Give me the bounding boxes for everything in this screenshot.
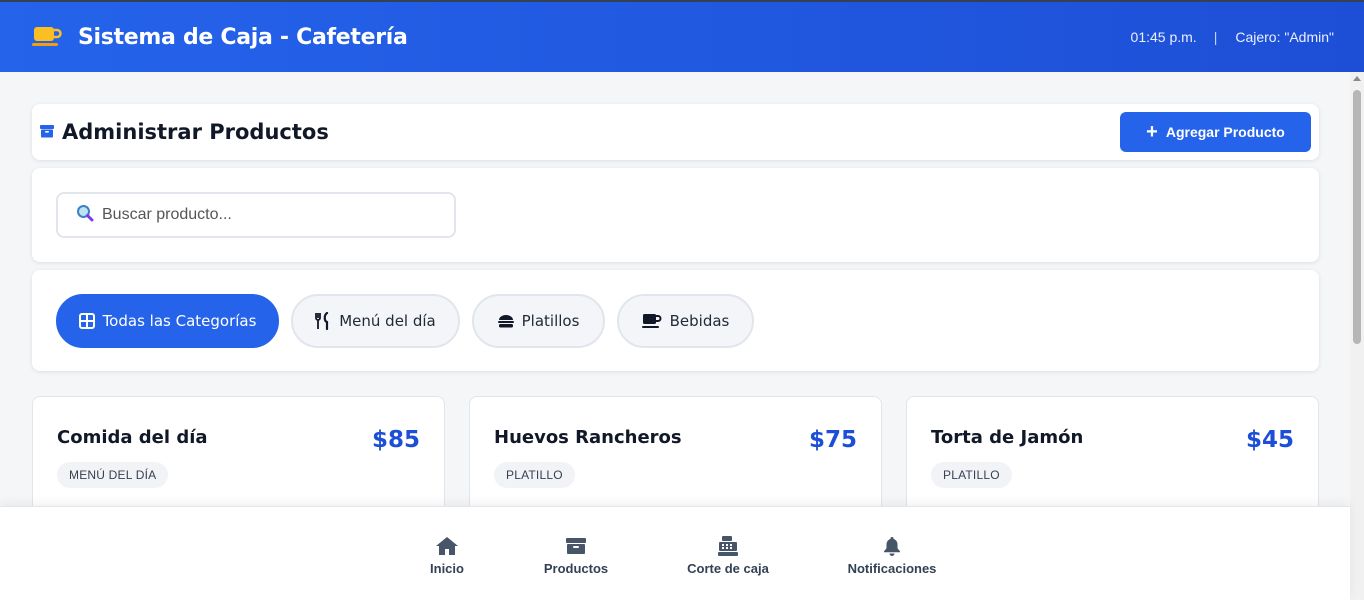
product-name: Comida del día: [57, 427, 208, 448]
plus-icon: +: [1146, 121, 1158, 143]
category-chip-menu[interactable]: Menú del día: [291, 294, 460, 348]
burger-icon: [497, 314, 514, 328]
category-chip-label: Platillos: [521, 312, 580, 330]
top-bar: Sistema de Caja - Cafetería 01:45 p.m. |…: [0, 0, 1364, 72]
product-price: $75: [808, 427, 857, 453]
category-chip-drinks[interactable]: Bebidas: [617, 294, 754, 348]
scrollbar-thumb[interactable]: [1353, 90, 1361, 344]
cash-register-icon: [718, 535, 738, 557]
product-category-tag: PLATILLO: [931, 462, 1012, 488]
product-category-tag: PLATILLO: [494, 462, 575, 488]
home-icon: [435, 535, 459, 557]
add-product-label: Agregar Producto: [1165, 124, 1285, 140]
nav-item-notifications[interactable]: Notificaciones: [843, 535, 941, 576]
add-product-button[interactable]: + Agregar Producto: [1120, 112, 1311, 152]
category-chip-all[interactable]: Todas las Categorías: [56, 294, 279, 348]
nav-item-label: Corte de caja: [687, 561, 769, 576]
nav-item-home[interactable]: Inicio: [421, 535, 473, 576]
category-filter-panel: Todas las Categorías Menú del día Platil…: [32, 270, 1319, 371]
search-icon: [76, 204, 94, 227]
category-chip-label: Menú del día: [339, 312, 436, 330]
clock-time: 01:45 p.m.: [1130, 29, 1197, 45]
product-name: Torta de Jamón: [931, 427, 1084, 448]
search-panel: [32, 168, 1319, 262]
search-input[interactable]: [102, 206, 422, 224]
product-category-tag: MENÚ DEL DÍA: [57, 462, 169, 488]
products-header: Administrar Productos + Agregar Producto: [32, 104, 1319, 160]
product-name: Huevos Rancheros: [494, 427, 682, 448]
page-scrollbar[interactable]: [1350, 72, 1364, 600]
cashier-label: Cajero: "Admin": [1235, 29, 1334, 45]
bell-icon: [883, 535, 901, 557]
grid-icon: [78, 313, 95, 329]
header-separator: |: [1213, 29, 1218, 45]
product-price: $45: [1245, 427, 1294, 453]
category-chip-label: Bebidas: [669, 312, 730, 330]
box-icon: [40, 124, 54, 138]
page-title: Administrar Productos: [62, 120, 329, 144]
mug-icon: [641, 313, 662, 329]
utensils-icon: [315, 312, 331, 330]
product-price: $85: [371, 427, 420, 453]
nav-item-products[interactable]: Productos: [538, 535, 614, 576]
nav-item-cash-cut[interactable]: Corte de caja: [683, 535, 773, 576]
nav-item-label: Notificaciones: [847, 561, 937, 576]
nav-item-label: Inicio: [430, 561, 464, 576]
nav-item-label: Productos: [543, 561, 609, 576]
category-chip-label: Todas las Categorías: [102, 312, 257, 330]
scroll-up-arrow-icon[interactable]: [1353, 76, 1361, 81]
category-chip-dishes[interactable]: Platillos: [472, 294, 605, 348]
box-icon: [566, 535, 586, 557]
app-title: Sistema de Caja - Cafetería: [78, 24, 408, 50]
coffee-cup-icon: [32, 25, 62, 49]
bottom-navigation: Inicio Productos Corte de caja Notificac…: [0, 506, 1350, 600]
search-field[interactable]: [56, 192, 456, 238]
